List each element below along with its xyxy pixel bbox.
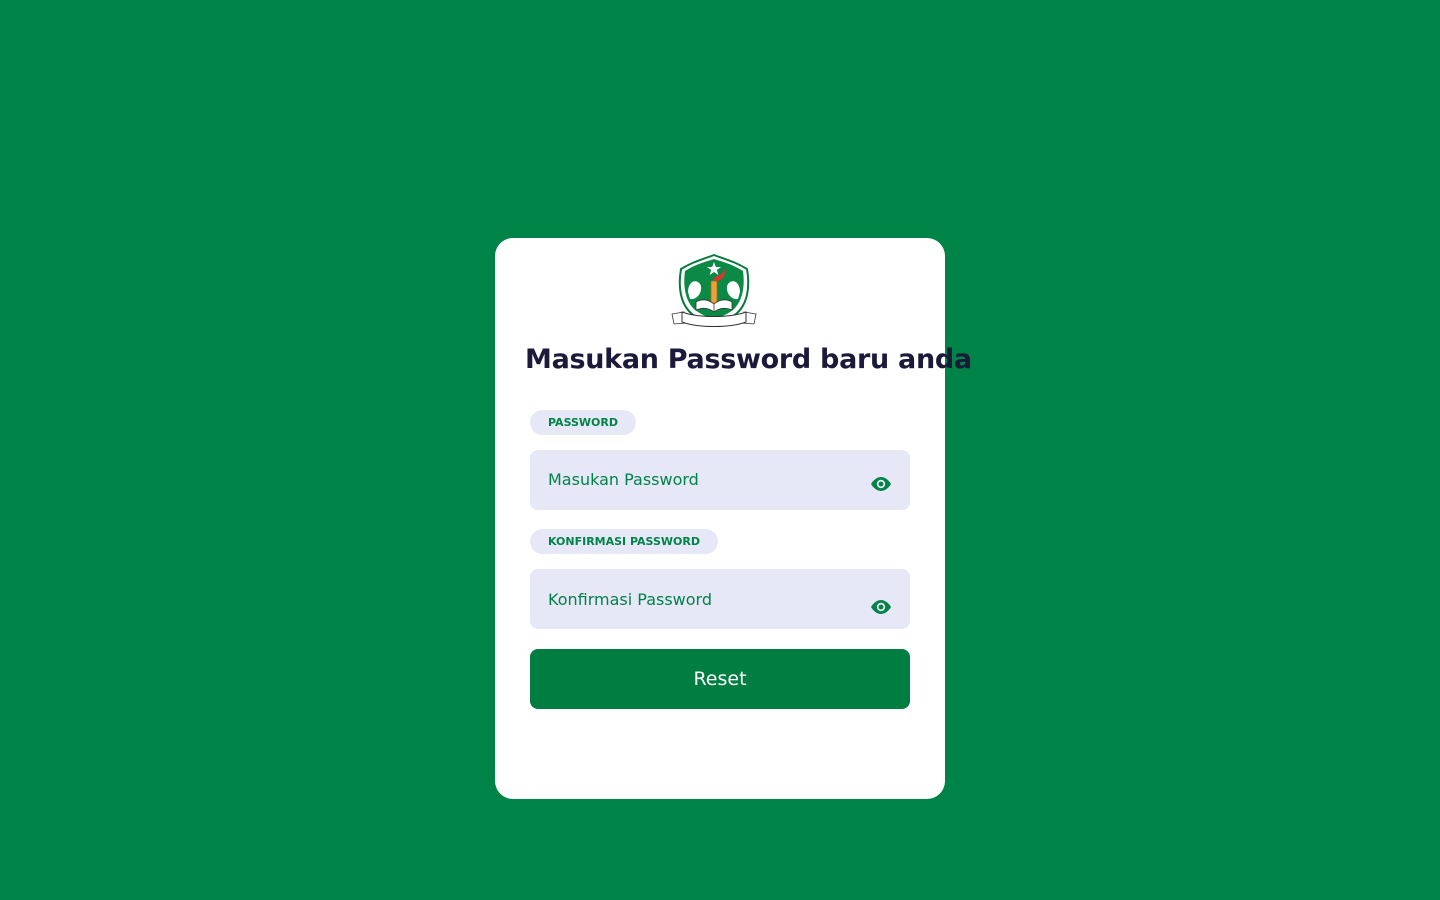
password-label: PASSWORD xyxy=(530,410,637,435)
confirm-password-input[interactable] xyxy=(530,569,850,629)
confirm-password-label: KONFIRMASI PASSWORD xyxy=(530,529,718,554)
eye-icon[interactable] xyxy=(870,476,892,492)
reset-button[interactable]: Reset xyxy=(530,649,910,709)
password-field xyxy=(530,450,910,510)
school-crest-logo xyxy=(671,253,757,327)
page-title: Masukan Password baru anda xyxy=(525,344,972,375)
eye-icon[interactable] xyxy=(870,599,892,615)
confirm-password-field xyxy=(530,569,910,629)
password-input[interactable] xyxy=(530,450,850,510)
reset-password-card: Masukan Password baru anda PASSWORD KONF… xyxy=(495,238,972,799)
